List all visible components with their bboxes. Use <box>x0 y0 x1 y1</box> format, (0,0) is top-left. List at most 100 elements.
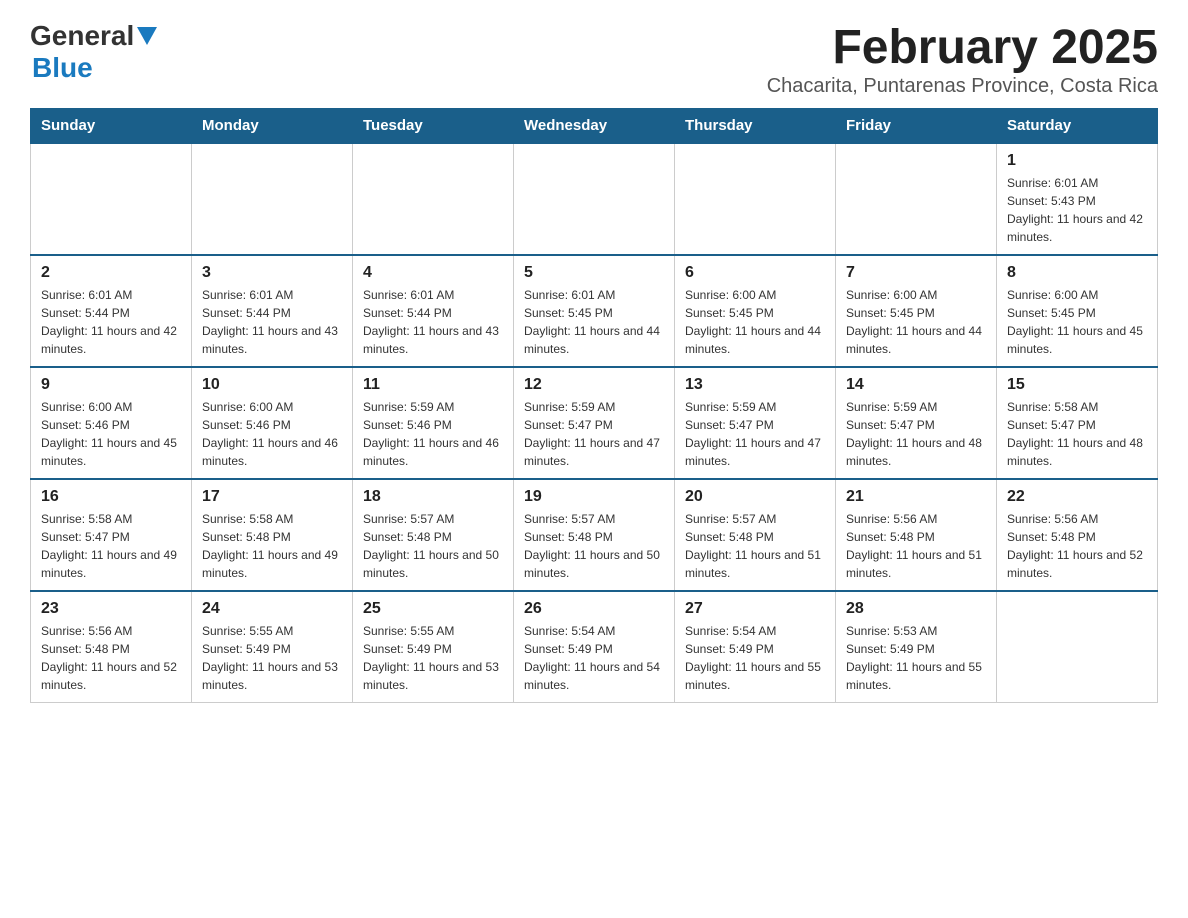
day-sun-info: Sunrise: 5:56 AM Sunset: 5:48 PM Dayligh… <box>1007 510 1147 582</box>
calendar-cell: 10 Sunrise: 6:00 AM Sunset: 5:46 PM Dayli… <box>192 367 353 479</box>
calendar-cell: 12 Sunrise: 5:59 AM Sunset: 5:47 PM Dayli… <box>514 367 675 479</box>
logo-general-text: General <box>30 20 134 52</box>
calendar-cell: 9 Sunrise: 6:00 AM Sunset: 5:46 PM Daylig… <box>31 367 192 479</box>
day-number: 14 <box>846 376 986 394</box>
calendar-cell: 23 Sunrise: 5:56 AM Sunset: 5:48 PM Dayli… <box>31 591 192 703</box>
day-number: 11 <box>363 376 503 394</box>
calendar-cell: 27 Sunrise: 5:54 AM Sunset: 5:49 PM Dayli… <box>675 591 836 703</box>
calendar-cell: 19 Sunrise: 5:57 AM Sunset: 5:48 PM Dayli… <box>514 479 675 591</box>
day-sun-info: Sunrise: 5:55 AM Sunset: 5:49 PM Dayligh… <box>202 622 342 694</box>
day-number: 9 <box>41 376 181 394</box>
calendar-cell: 14 Sunrise: 5:59 AM Sunset: 5:47 PM Dayli… <box>836 367 997 479</box>
month-title: February 2025 <box>767 20 1158 75</box>
weekday-header-friday: Friday <box>836 109 997 144</box>
day-number: 12 <box>524 376 664 394</box>
day-number: 24 <box>202 600 342 618</box>
day-number: 4 <box>363 264 503 282</box>
day-sun-info: Sunrise: 5:54 AM Sunset: 5:49 PM Dayligh… <box>685 622 825 694</box>
calendar-cell: 3 Sunrise: 6:01 AM Sunset: 5:44 PM Daylig… <box>192 255 353 367</box>
day-sun-info: Sunrise: 5:54 AM Sunset: 5:49 PM Dayligh… <box>524 622 664 694</box>
day-number: 26 <box>524 600 664 618</box>
day-sun-info: Sunrise: 6:01 AM Sunset: 5:43 PM Dayligh… <box>1007 174 1147 246</box>
weekday-header-thursday: Thursday <box>675 109 836 144</box>
day-number: 3 <box>202 264 342 282</box>
calendar-cell: 17 Sunrise: 5:58 AM Sunset: 5:48 PM Dayli… <box>192 479 353 591</box>
day-number: 2 <box>41 264 181 282</box>
day-number: 8 <box>1007 264 1147 282</box>
week-row-5: 23 Sunrise: 5:56 AM Sunset: 5:48 PM Dayli… <box>31 591 1158 703</box>
weekday-header-sunday: Sunday <box>31 109 192 144</box>
week-row-2: 2 Sunrise: 6:01 AM Sunset: 5:44 PM Daylig… <box>31 255 1158 367</box>
day-number: 22 <box>1007 488 1147 506</box>
calendar-cell: 20 Sunrise: 5:57 AM Sunset: 5:48 PM Dayli… <box>675 479 836 591</box>
weekday-header-monday: Monday <box>192 109 353 144</box>
calendar-cell <box>192 143 353 255</box>
day-sun-info: Sunrise: 5:59 AM Sunset: 5:46 PM Dayligh… <box>363 398 503 470</box>
day-number: 6 <box>685 264 825 282</box>
calendar-cell: 21Sunrise: 5:56 AM Sunset: 5:48 PM Dayli… <box>836 479 997 591</box>
day-number: 23 <box>41 600 181 618</box>
calendar-cell: 6 Sunrise: 6:00 AM Sunset: 5:45 PM Daylig… <box>675 255 836 367</box>
calendar-cell: 5 Sunrise: 6:01 AM Sunset: 5:45 PM Daylig… <box>514 255 675 367</box>
calendar-cell <box>31 143 192 255</box>
day-number: 15 <box>1007 376 1147 394</box>
week-row-1: 1 Sunrise: 6:01 AM Sunset: 5:43 PM Daylig… <box>31 143 1158 255</box>
calendar-cell: 2 Sunrise: 6:01 AM Sunset: 5:44 PM Daylig… <box>31 255 192 367</box>
day-sun-info: Sunrise: 6:00 AM Sunset: 5:46 PM Dayligh… <box>41 398 181 470</box>
day-sun-info: Sunrise: 6:00 AM Sunset: 5:45 PM Dayligh… <box>1007 286 1147 358</box>
day-number: 18 <box>363 488 503 506</box>
day-sun-info: Sunrise: 5:59 AM Sunset: 5:47 PM Dayligh… <box>524 398 664 470</box>
weekday-header-wednesday: Wednesday <box>514 109 675 144</box>
day-number: 27 <box>685 600 825 618</box>
logo: General Blue <box>30 20 157 84</box>
day-sun-info: Sunrise: 5:58 AM Sunset: 5:47 PM Dayligh… <box>41 510 181 582</box>
logo-arrow-icon <box>137 27 157 50</box>
day-sun-info: Sunrise: 5:58 AM Sunset: 5:48 PM Dayligh… <box>202 510 342 582</box>
page-header: General Blue February 2025 Chacarita, Pu… <box>30 20 1158 98</box>
day-number: 19 <box>524 488 664 506</box>
calendar-cell <box>514 143 675 255</box>
day-number: 28 <box>846 600 986 618</box>
day-number: 25 <box>363 600 503 618</box>
week-row-4: 16Sunrise: 5:58 AM Sunset: 5:47 PM Dayli… <box>31 479 1158 591</box>
day-number: 7 <box>846 264 986 282</box>
day-sun-info: Sunrise: 6:00 AM Sunset: 5:45 PM Dayligh… <box>685 286 825 358</box>
day-number: 1 <box>1007 152 1147 170</box>
calendar-cell: 16Sunrise: 5:58 AM Sunset: 5:47 PM Dayli… <box>31 479 192 591</box>
day-sun-info: Sunrise: 5:55 AM Sunset: 5:49 PM Dayligh… <box>363 622 503 694</box>
day-sun-info: Sunrise: 5:57 AM Sunset: 5:48 PM Dayligh… <box>685 510 825 582</box>
calendar-table: SundayMondayTuesdayWednesdayThursdayFrid… <box>30 108 1158 703</box>
day-sun-info: Sunrise: 5:59 AM Sunset: 5:47 PM Dayligh… <box>846 398 986 470</box>
day-sun-info: Sunrise: 6:01 AM Sunset: 5:44 PM Dayligh… <box>202 286 342 358</box>
day-sun-info: Sunrise: 6:01 AM Sunset: 5:44 PM Dayligh… <box>41 286 181 358</box>
weekday-header-row: SundayMondayTuesdayWednesdayThursdayFrid… <box>31 109 1158 144</box>
weekday-header-saturday: Saturday <box>997 109 1158 144</box>
logo-blue-text: Blue <box>32 52 93 83</box>
calendar-cell <box>353 143 514 255</box>
title-block: February 2025 Chacarita, Puntarenas Prov… <box>767 20 1158 98</box>
day-sun-info: Sunrise: 6:00 AM Sunset: 5:46 PM Dayligh… <box>202 398 342 470</box>
day-sun-info: Sunrise: 5:53 AM Sunset: 5:49 PM Dayligh… <box>846 622 986 694</box>
day-sun-info: Sunrise: 6:01 AM Sunset: 5:44 PM Dayligh… <box>363 286 503 358</box>
calendar-cell: 25 Sunrise: 5:55 AM Sunset: 5:49 PM Dayli… <box>353 591 514 703</box>
day-number: 10 <box>202 376 342 394</box>
weekday-header-tuesday: Tuesday <box>353 109 514 144</box>
day-number: 5 <box>524 264 664 282</box>
calendar-cell: 1 Sunrise: 6:01 AM Sunset: 5:43 PM Daylig… <box>997 143 1158 255</box>
calendar-cell: 24 Sunrise: 5:55 AM Sunset: 5:49 PM Dayli… <box>192 591 353 703</box>
location-subtitle: Chacarita, Puntarenas Province, Costa Ri… <box>767 75 1158 98</box>
day-sun-info: Sunrise: 5:56 AM Sunset: 5:48 PM Dayligh… <box>41 622 181 694</box>
day-number: 13 <box>685 376 825 394</box>
day-sun-info: Sunrise: 6:01 AM Sunset: 5:45 PM Dayligh… <box>524 286 664 358</box>
day-sun-info: Sunrise: 5:57 AM Sunset: 5:48 PM Dayligh… <box>524 510 664 582</box>
day-sun-info: Sunrise: 5:57 AM Sunset: 5:48 PM Dayligh… <box>363 510 503 582</box>
calendar-cell: 15Sunrise: 5:58 AM Sunset: 5:47 PM Dayli… <box>997 367 1158 479</box>
calendar-cell <box>836 143 997 255</box>
day-number: 21 <box>846 488 986 506</box>
day-number: 17 <box>202 488 342 506</box>
calendar-cell: 28 Sunrise: 5:53 AM Sunset: 5:49 PM Dayli… <box>836 591 997 703</box>
day-number: 20 <box>685 488 825 506</box>
calendar-cell: 13Sunrise: 5:59 AM Sunset: 5:47 PM Dayli… <box>675 367 836 479</box>
week-row-3: 9 Sunrise: 6:00 AM Sunset: 5:46 PM Daylig… <box>31 367 1158 479</box>
calendar-cell: 22 Sunrise: 5:56 AM Sunset: 5:48 PM Dayli… <box>997 479 1158 591</box>
